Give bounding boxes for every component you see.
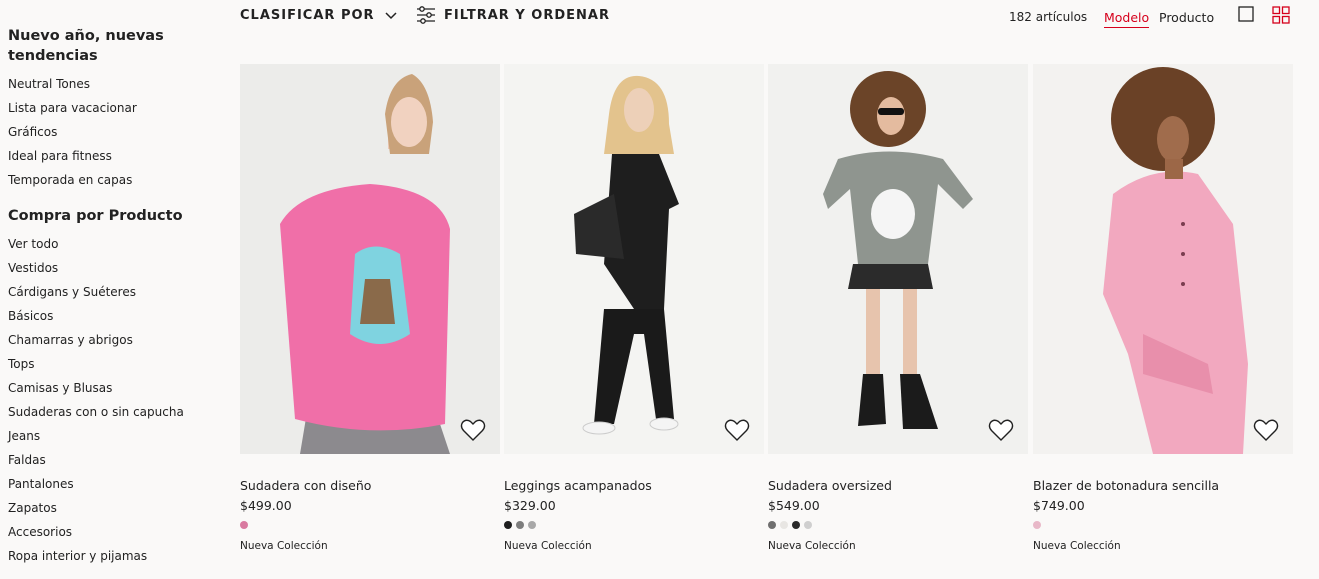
sidebar-item-faldas[interactable]: Faldas bbox=[8, 448, 218, 472]
color-swatch[interactable] bbox=[516, 521, 524, 529]
sidebar-item-camisas[interactable]: Camisas y Blusas bbox=[8, 376, 218, 400]
filter-button[interactable]: FILTRAR Y ORDENAR bbox=[416, 6, 610, 24]
color-swatches bbox=[240, 521, 248, 529]
color-swatch[interactable] bbox=[780, 521, 788, 529]
sidebar-item-accesorios[interactable]: Accesorios bbox=[8, 520, 218, 544]
heart-icon[interactable] bbox=[1253, 418, 1279, 442]
trends-list: Neutral Tones Lista para vacacionar Gráf… bbox=[8, 72, 218, 192]
product-card[interactable]: Blazer de botonadura sencilla $749.00 Nu… bbox=[1033, 64, 1293, 552]
sidebar-item-vestidos[interactable]: Vestidos bbox=[8, 256, 218, 280]
sidebar-item-sudaderas[interactable]: Sudaderas con o sin capucha bbox=[8, 400, 218, 424]
color-swatches bbox=[1033, 521, 1041, 529]
product-name[interactable]: Leggings acampanados bbox=[504, 478, 652, 493]
product-card[interactable]: Sudadera con diseño $499.00 Nueva Colecc… bbox=[240, 64, 500, 552]
sliders-icon bbox=[417, 6, 435, 24]
chevron-down-icon bbox=[385, 11, 397, 19]
color-swatch[interactable] bbox=[504, 521, 512, 529]
product-name[interactable]: Sudadera oversized bbox=[768, 478, 892, 493]
sort-button[interactable]: CLASIFICAR POR bbox=[240, 8, 397, 23]
product-price: $329.00 bbox=[504, 498, 556, 513]
trends-section: Nuevo año, nuevas tendencias Neutral Ton… bbox=[8, 26, 218, 192]
product-card[interactable]: Sudadera oversized $549.00 Nueva Colecci… bbox=[768, 64, 1028, 552]
product-image[interactable] bbox=[768, 64, 1028, 454]
product-tag: Nueva Colección bbox=[1033, 540, 1121, 552]
grid-four-icon[interactable] bbox=[1272, 6, 1290, 24]
filter-label: FILTRAR Y ORDENAR bbox=[444, 7, 610, 23]
product-price: $499.00 bbox=[240, 498, 292, 513]
color-swatch[interactable] bbox=[768, 521, 776, 529]
sidebar-item-basicos[interactable]: Básicos bbox=[8, 304, 218, 328]
view-toggle-model[interactable]: Modelo bbox=[1104, 10, 1150, 28]
sidebar-item-chamarras[interactable]: Chamarras y abrigos bbox=[8, 328, 218, 352]
sidebar-item-tops[interactable]: Tops bbox=[8, 352, 218, 376]
heart-icon[interactable] bbox=[988, 418, 1014, 442]
category-sidebar: Nuevo año, nuevas tendencias Neutral Ton… bbox=[8, 26, 218, 568]
color-swatch[interactable] bbox=[804, 521, 812, 529]
sidebar-item-fitness[interactable]: Ideal para fitness bbox=[8, 144, 218, 168]
product-photo bbox=[768, 64, 1028, 454]
sidebar-item-ropa-interior[interactable]: Ropa interior y pijamas bbox=[8, 544, 218, 568]
sidebar-item-cardigans[interactable]: Cárdigans y Suéteres bbox=[8, 280, 218, 304]
sidebar-item-ver-todo[interactable]: Ver todo bbox=[8, 232, 218, 256]
product-price: $549.00 bbox=[768, 498, 820, 513]
sort-label: CLASIFICAR POR bbox=[240, 8, 375, 23]
product-section-title: Compra por Producto bbox=[8, 208, 183, 224]
heart-icon[interactable] bbox=[460, 418, 486, 442]
item-count: 182 artículos bbox=[1009, 10, 1088, 24]
color-swatch[interactable] bbox=[792, 521, 800, 529]
sidebar-item-jeans[interactable]: Jeans bbox=[8, 424, 218, 448]
sidebar-item-graficos[interactable]: Gráficos bbox=[8, 120, 218, 144]
color-swatches bbox=[504, 521, 536, 529]
product-photo bbox=[504, 64, 764, 454]
product-image[interactable] bbox=[504, 64, 764, 454]
product-photo bbox=[240, 64, 500, 454]
product-tag: Nueva Colección bbox=[504, 540, 592, 552]
product-image[interactable] bbox=[1033, 64, 1293, 454]
heart-icon[interactable] bbox=[724, 418, 750, 442]
product-card[interactable]: Leggings acampanados $329.00 Nueva Colec… bbox=[504, 64, 764, 552]
trends-title: Nuevo año, nuevas tendencias bbox=[8, 28, 164, 64]
color-swatch[interactable] bbox=[240, 521, 248, 529]
sidebar-item-zapatos[interactable]: Zapatos bbox=[8, 496, 218, 520]
toolbar: CLASIFICAR POR FILTRAR Y ORDENAR 182 art… bbox=[240, 0, 1294, 34]
sidebar-item-temporada-capas[interactable]: Temporada en capas bbox=[8, 168, 218, 192]
product-section: Compra por Producto Ver todo Vestidos Cá… bbox=[8, 206, 218, 568]
product-name[interactable]: Sudadera con diseño bbox=[240, 478, 371, 493]
product-tag: Nueva Colección bbox=[768, 540, 856, 552]
product-image[interactable] bbox=[240, 64, 500, 454]
sidebar-item-lista-vacacionar[interactable]: Lista para vacacionar bbox=[8, 96, 218, 120]
square-icon[interactable] bbox=[1238, 6, 1254, 22]
product-list: Ver todo Vestidos Cárdigans y Suéteres B… bbox=[8, 232, 218, 568]
product-tag: Nueva Colección bbox=[240, 540, 328, 552]
product-name[interactable]: Blazer de botonadura sencilla bbox=[1033, 478, 1219, 493]
color-swatches bbox=[768, 521, 812, 529]
product-price: $749.00 bbox=[1033, 498, 1085, 513]
view-toggle-product[interactable]: Producto bbox=[1159, 10, 1214, 25]
sidebar-item-pantalones[interactable]: Pantalones bbox=[8, 472, 218, 496]
product-photo bbox=[1033, 64, 1293, 454]
color-swatch[interactable] bbox=[528, 521, 536, 529]
sidebar-item-neutral-tones[interactable]: Neutral Tones bbox=[8, 72, 218, 96]
color-swatch[interactable] bbox=[1033, 521, 1041, 529]
